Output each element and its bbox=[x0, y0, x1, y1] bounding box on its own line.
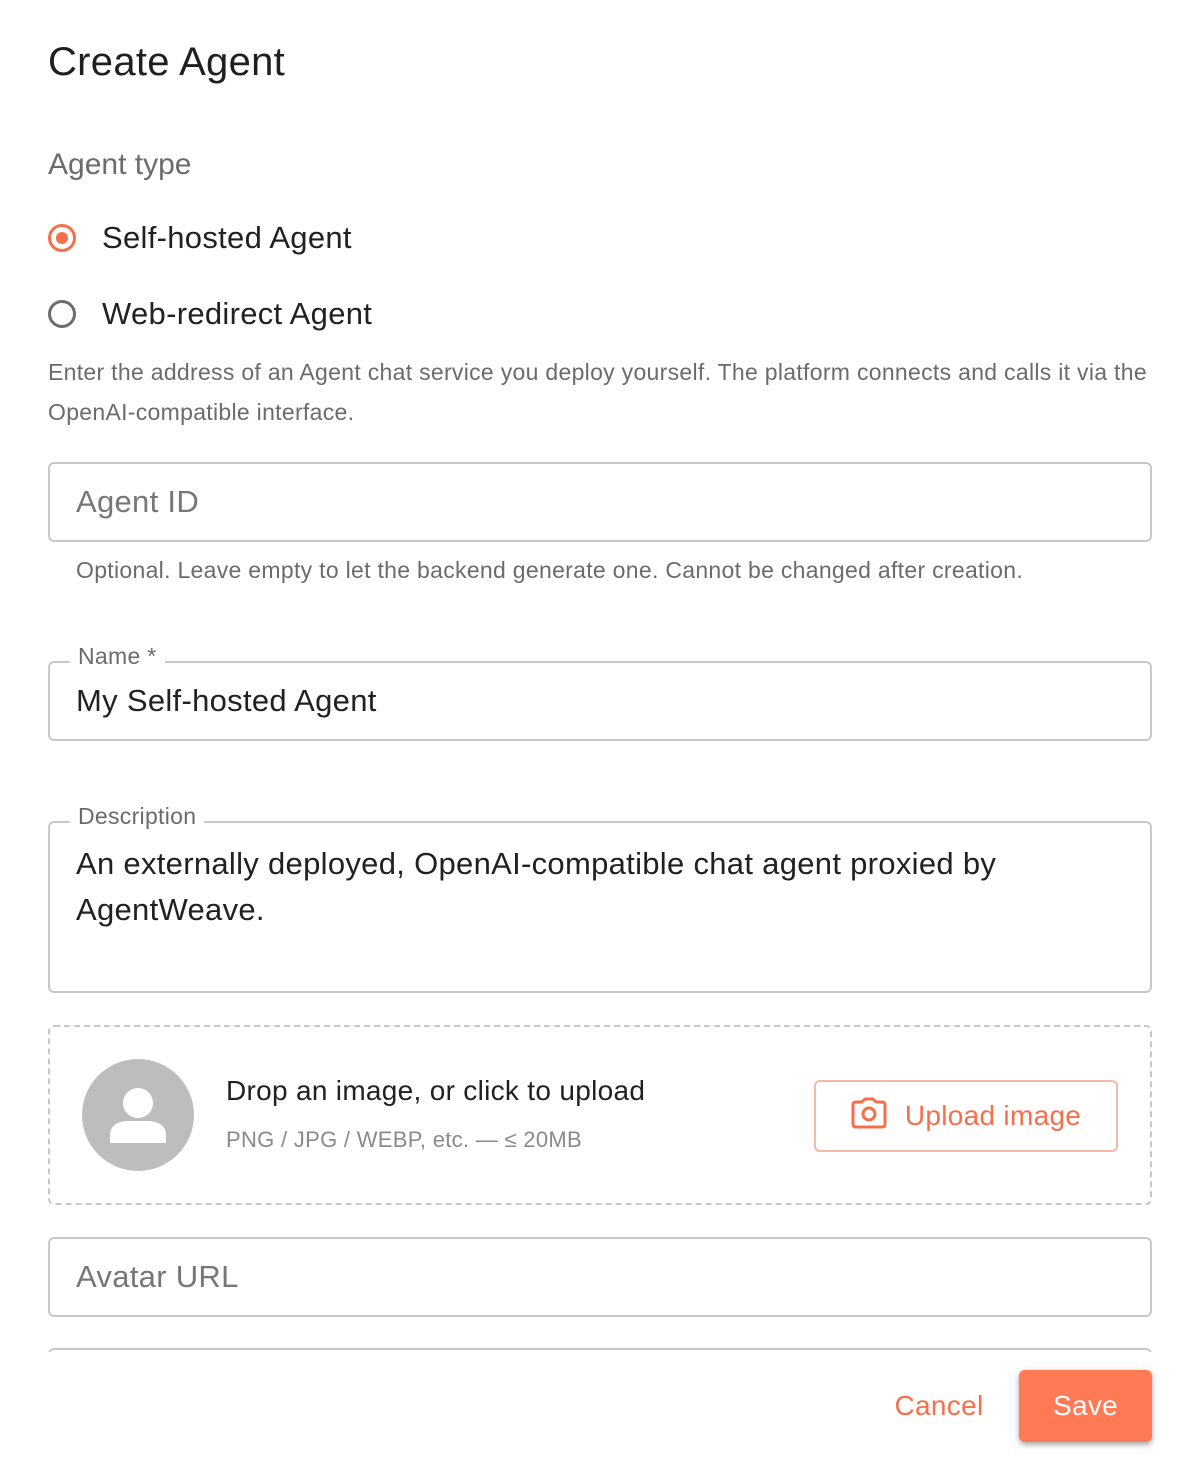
name-field-label: Name * bbox=[70, 643, 165, 670]
upload-subtitle: PNG / JPG / WEBP, etc. — ≤ 20MB bbox=[226, 1127, 582, 1152]
dialog-title: Create Agent bbox=[48, 40, 286, 84]
radio-web-redirect-indicator[interactable] bbox=[48, 300, 76, 328]
agent-type-label: Agent type bbox=[48, 148, 192, 181]
description-textarea[interactable]: An externally deployed, OpenAI-compatibl… bbox=[50, 823, 1150, 991]
agent-id-input[interactable] bbox=[50, 464, 1150, 540]
avatar-url-field-wrapper bbox=[48, 1237, 1152, 1317]
agent-id-field-wrapper bbox=[48, 462, 1152, 542]
upload-title: Drop an image, or click to upload bbox=[226, 1075, 646, 1106]
camera-icon bbox=[851, 1097, 887, 1136]
description-field-label: Description bbox=[70, 803, 205, 830]
upload-image-button[interactable]: Upload image bbox=[814, 1080, 1118, 1152]
radio-web-redirect[interactable]: Web-redirect Agent bbox=[48, 296, 372, 332]
name-input[interactable] bbox=[50, 663, 1150, 739]
radio-self-hosted-indicator[interactable] bbox=[48, 224, 76, 252]
radio-web-redirect-label: Web-redirect Agent bbox=[102, 296, 373, 331]
radio-self-hosted[interactable]: Self-hosted Agent bbox=[48, 220, 352, 256]
avatar-url-input[interactable] bbox=[50, 1239, 1150, 1315]
person-icon bbox=[82, 1059, 194, 1171]
name-field-wrapper: Name * bbox=[48, 643, 1152, 741]
cancel-button[interactable]: Cancel bbox=[872, 1370, 1006, 1442]
upload-image-button-label: Upload image bbox=[904, 1100, 1082, 1131]
avatar-upload-dropzone[interactable]: Drop an image, or click to upload PNG / … bbox=[48, 1025, 1152, 1205]
agent-type-description: Enter the address of an Agent chat servi… bbox=[48, 359, 1147, 425]
radio-self-hosted-label: Self-hosted Agent bbox=[102, 220, 352, 255]
save-button[interactable]: Save bbox=[1019, 1370, 1152, 1442]
description-field-wrapper: Description An externally deployed, Open… bbox=[48, 803, 1152, 993]
create-agent-dialog: Create Agent Agent type Self-hosted Agen… bbox=[0, 0, 1200, 1474]
agent-id-help: Optional. Leave empty to let the backend… bbox=[76, 557, 1024, 583]
